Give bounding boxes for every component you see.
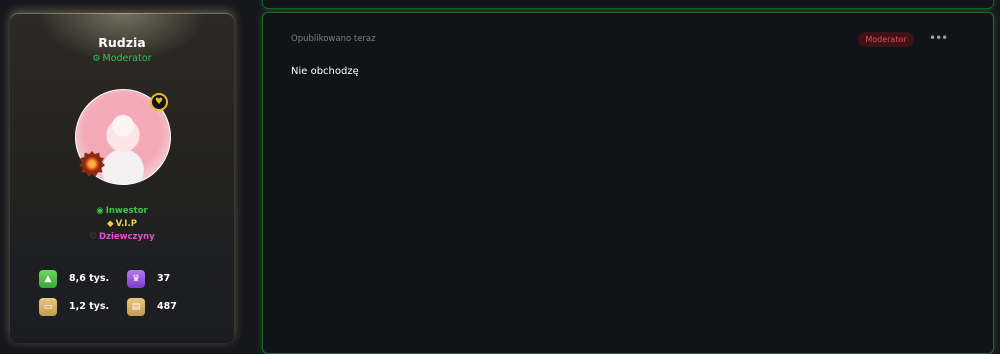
previous-post-edge [262, 0, 994, 9]
tag-dziewczyny: ♡ Dziewczyny [10, 231, 234, 244]
username[interactable]: Rudzia [10, 35, 234, 50]
stat-messages-value: 1,2 tys. [69, 301, 110, 312]
tag-vip: ◆ V.I.P [10, 218, 234, 231]
user-role: ⚙ Moderator [10, 53, 234, 64]
post: Opublikowano teraz Moderator ••• Nie obc… [262, 12, 994, 354]
stat-likes-value: 8,6 tys. [69, 273, 110, 284]
tag-label: V.I.P [115, 219, 137, 229]
post-content: Nie obchodzę [291, 66, 359, 77]
tag-label: Dziewczyny [98, 232, 155, 242]
thumbs-up-icon: ▲ [39, 270, 57, 288]
user-tags: ◉ Inwestor ◆ V.I.P ♡ Dziewczyny [10, 205, 234, 244]
message-icon: ▭ [39, 298, 57, 316]
gem-icon: ◆ [107, 219, 114, 229]
trophy-icon: ♛ [127, 270, 145, 288]
folder-icon: ▤ [127, 298, 145, 316]
stat-files[interactable]: ▤ 487 [124, 295, 206, 319]
tag-label: Inwestor [105, 206, 148, 216]
stat-files-value: 487 [157, 301, 177, 312]
avatar-container: ♥ [75, 89, 171, 185]
post-timestamp[interactable]: Opublikowano teraz [291, 34, 376, 44]
stat-likes[interactable]: ▲ 8,6 tys. [36, 267, 118, 291]
gear-icon: ⚙ [92, 54, 101, 64]
tag-inwestor: ◉ Inwestor [10, 205, 234, 218]
more-options-icon[interactable]: ••• [929, 30, 948, 46]
heart-icon: ♡ [89, 232, 97, 242]
stat-messages[interactable]: ▭ 1,2 tys. [36, 295, 118, 319]
stat-trophies-value: 37 [157, 273, 171, 284]
moderator-badge: Moderator [858, 32, 914, 47]
user-profile-card: Rudzia ⚙ Moderator ♥ ◉ Inwestor ◆ V.I.P ♡ Dz… [10, 13, 234, 343]
dollar-icon: ◉ [96, 206, 104, 216]
heart-badge-icon: ♥ [150, 93, 168, 111]
stat-trophies[interactable]: ♛ 37 [124, 267, 206, 291]
user-role-label: Moderator [102, 53, 152, 64]
